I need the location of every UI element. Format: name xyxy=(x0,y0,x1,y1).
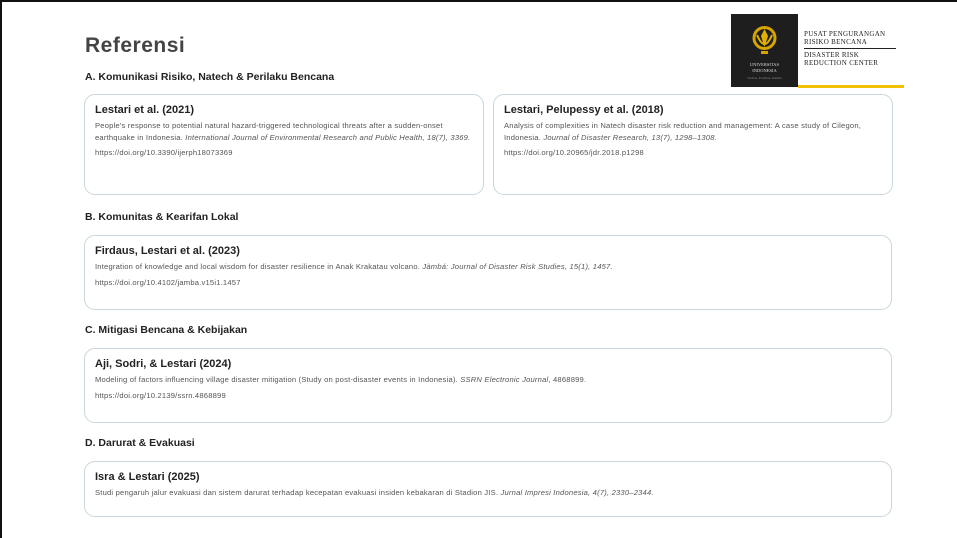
reference-card: Aji, Sodri, & Lestari (2024) Modeling of… xyxy=(84,348,892,423)
logo-university-name: UNIVERSITAS INDONESIA xyxy=(733,62,796,73)
section-heading-b: B. Komunitas & Kearifan Lokal xyxy=(85,211,239,223)
logo-motto: Veritas, Probitas, Iustitia xyxy=(747,76,782,80)
reference-title: Lestari et al. (2021) xyxy=(95,104,195,116)
page-title: Referensi xyxy=(85,34,186,57)
section-heading-a: A. Komunikasi Risiko, Natech & Perilaku … xyxy=(85,71,335,83)
logo-yellow-underline xyxy=(798,85,904,88)
logo-center-id-line2: RISIKO BENCANA xyxy=(804,38,868,46)
logo-center-id-line1: PUSAT PENGURANGAN xyxy=(804,30,886,38)
reference-card: Isra & Lestari (2025) Studi pengaruh jal… xyxy=(84,461,892,517)
reference-text: People's response to potential natural h… xyxy=(95,120,473,143)
reference-description: Integration of knowledge and local wisdo… xyxy=(95,262,423,271)
reference-title: Lestari, Pelupessy et al. (2018) xyxy=(504,104,664,116)
ui-drrc-logo: UNIVERSITAS INDONESIA Veritas, Probitas,… xyxy=(731,14,904,88)
reference-journal: SSRN Electronic Journal xyxy=(460,375,549,384)
logo-university-line2: INDONESIA xyxy=(752,67,777,73)
logo-dark-panel: UNIVERSITAS INDONESIA Veritas, Probitas,… xyxy=(731,14,798,87)
reference-text: Analysis of complexities in Natech disas… xyxy=(504,120,882,143)
reference-doi[interactable]: https://doi.org/10.3390/ijerph18073369 xyxy=(95,148,473,157)
reference-doi[interactable]: https://doi.org/10.2139/ssrn.4868899 xyxy=(95,391,881,400)
reference-journal: International Journal of Environmental R… xyxy=(185,132,471,142)
reference-text: Modeling of factors influencing village … xyxy=(95,374,881,386)
reference-text: Studi pengaruh jalur evakuasi dan sistem… xyxy=(95,487,881,499)
reference-description: Modeling of factors influencing village … xyxy=(95,375,461,384)
reference-doi[interactable]: https://doi.org/10.4102/jamba.v15i1.1457 xyxy=(95,278,881,287)
reference-journal: Jàmbá: Journal of Disaster Risk Studies,… xyxy=(422,262,613,271)
logo-center-en-line2: REDUCTION CENTER xyxy=(804,59,879,67)
reference-card: Lestari, Pelupessy et al. (2018) Analysi… xyxy=(493,94,893,195)
reference-title: Firdaus, Lestari et al. (2023) xyxy=(95,245,240,257)
reference-title: Aji, Sodri, & Lestari (2024) xyxy=(95,358,232,370)
makara-seal-icon xyxy=(752,26,777,54)
logo-divider xyxy=(804,48,896,49)
reference-journal: Journal of Disaster Research, 13(7), 129… xyxy=(543,132,717,142)
reference-title: Isra & Lestari (2025) xyxy=(95,471,200,483)
reference-card: Firdaus, Lestari et al. (2023) Integrati… xyxy=(84,235,892,310)
logo-center-en: DISASTER RISK REDUCTION CENTER xyxy=(804,51,878,67)
reference-doi[interactable]: https://doi.org/10.20965/jdr.2018.p1298 xyxy=(504,148,882,157)
logo-center-id: PUSAT PENGURANGAN RISIKO BENCANA xyxy=(804,30,885,46)
reference-card: Lestari et al. (2021) People's response … xyxy=(84,94,484,195)
logo-center-en-line1: DISASTER RISK xyxy=(804,51,860,59)
section-heading-c: C. Mitigasi Bencana & Kebijakan xyxy=(85,324,248,336)
reference-text: Integration of knowledge and local wisdo… xyxy=(95,261,881,273)
section-heading-d: D. Darurat & Evakuasi xyxy=(85,437,195,449)
reference-journal: Jurnal Impresi Indonesia, 4(7), 2330–234… xyxy=(500,488,654,497)
reference-description: Studi pengaruh jalur evakuasi dan sistem… xyxy=(95,488,501,497)
reference-journal-tail: , 4868899. xyxy=(548,375,587,384)
